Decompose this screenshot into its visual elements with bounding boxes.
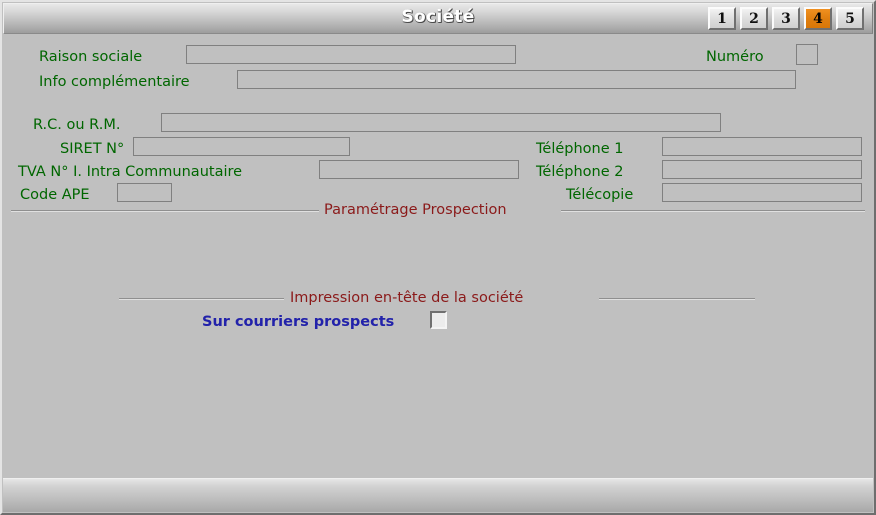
prospection-rule-right [561, 210, 865, 212]
title-bar: Société 1 2 3 4 5 [3, 3, 873, 34]
tab-2[interactable]: 2 [740, 7, 768, 30]
impression-rule-right [599, 298, 755, 300]
telecopie-input[interactable] [662, 183, 862, 202]
tab-bar: 1 2 3 4 5 [708, 7, 864, 30]
tab-1[interactable]: 1 [708, 7, 736, 30]
tva-input[interactable] [319, 160, 519, 179]
prospection-rule-left [11, 210, 319, 212]
code-ape-input[interactable] [117, 183, 172, 202]
telecopie-label: Télécopie [566, 187, 634, 203]
numero-input[interactable] [796, 44, 818, 65]
telephone1-label: Téléphone 1 [536, 141, 624, 157]
tab-4[interactable]: 4 [804, 7, 832, 30]
rc-rm-input[interactable] [161, 113, 721, 132]
form-panel: Raison sociale Numéro Info complémentair… [3, 34, 873, 478]
status-bar [3, 478, 873, 512]
telephone2-label: Téléphone 2 [536, 164, 624, 180]
tva-label: TVA N° I. Intra Communautaire [18, 164, 243, 180]
prospection-section-title: Paramétrage Prospection [324, 202, 507, 218]
telephone2-input[interactable] [662, 160, 862, 179]
impression-section-title: Impression en-tête de la société [290, 290, 524, 306]
siret-label: SIRET N° [60, 141, 125, 157]
raison-sociale-label: Raison sociale [39, 49, 143, 65]
sur-courriers-prospects-label: Sur courriers prospects [202, 314, 395, 330]
tab-3[interactable]: 3 [772, 7, 800, 30]
sur-courriers-prospects-checkbox[interactable]: ✓ [430, 311, 447, 329]
application-window: Société 1 2 3 4 5 Raison sociale Numéro … [0, 0, 876, 515]
raison-sociale-input[interactable] [186, 45, 516, 64]
code-ape-label: Code APE [20, 187, 90, 203]
telephone1-input[interactable] [662, 137, 862, 156]
impression-rule-left [119, 298, 284, 300]
info-complementaire-label: Info complémentaire [39, 74, 190, 90]
info-complementaire-input[interactable] [237, 70, 796, 89]
rc-rm-label: R.C. ou R.M. [33, 117, 121, 133]
numero-label: Numéro [706, 49, 764, 65]
siret-input[interactable] [133, 137, 350, 156]
tab-5[interactable]: 5 [836, 7, 864, 30]
